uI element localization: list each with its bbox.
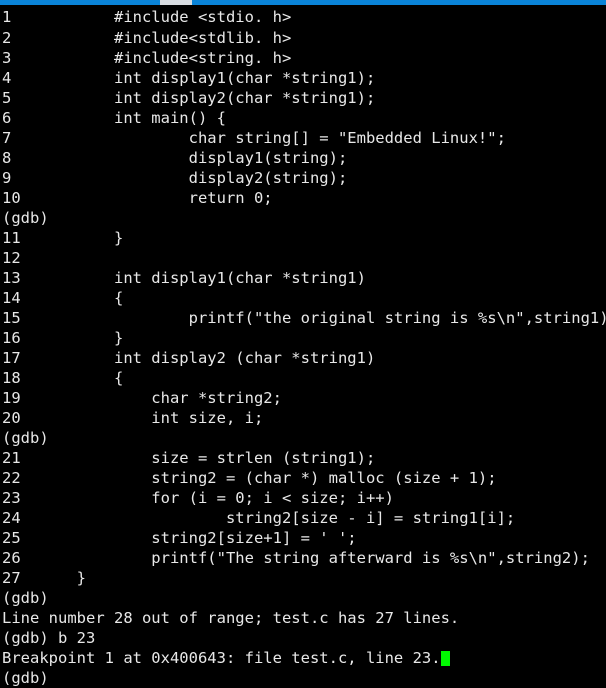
terminal-line: (gdb) bbox=[2, 429, 49, 447]
terminal-line: 7 char string[] = "Embedded Linux!"; bbox=[2, 129, 506, 147]
terminal-line: 10 return 0; bbox=[2, 189, 273, 207]
terminal-line: 5 int display2(char *string1); bbox=[2, 89, 376, 107]
terminal-line: 25 string2[size+1] = ' '; bbox=[2, 529, 357, 547]
terminal-line: 2 #include<stdlib. h> bbox=[2, 29, 292, 47]
terminal-line: Line number 28 out of range; test.c has … bbox=[2, 609, 460, 627]
terminal-line: 14 { bbox=[2, 289, 124, 307]
terminal-line: 6 int main() { bbox=[2, 109, 226, 127]
terminal-line: 21 size = strlen (string1); bbox=[2, 449, 376, 467]
terminal-line: 13 int display1(char *string1) bbox=[2, 269, 366, 287]
terminal-line: (gdb) bbox=[2, 589, 49, 607]
terminal-line: 24 string2[size - i] = string1[i]; bbox=[2, 509, 516, 527]
terminal-line: 19 char *string2; bbox=[2, 389, 282, 407]
terminal-line: 3 #include<string. h> bbox=[2, 49, 292, 67]
terminal-line: (gdb) b 23 bbox=[2, 629, 96, 647]
terminal-line: 23 for (i = 0; i < size; i++) bbox=[2, 489, 394, 507]
terminal-line: (gdb) bbox=[2, 669, 58, 687]
terminal-line: 4 int display1(char *string1); bbox=[2, 69, 376, 87]
terminal-line: 27 } bbox=[2, 569, 86, 587]
terminal-output-area[interactable]: 1 #include <stdio. h> 2 #include<stdlib. … bbox=[0, 5, 606, 687]
gdb-terminal-window: 1 #include <stdio. h> 2 #include<stdlib. … bbox=[0, 0, 606, 687]
terminal-line: 26 printf("The string afterward is %s\n"… bbox=[2, 549, 590, 567]
terminal-line: 16 } bbox=[2, 329, 124, 347]
terminal-line: 18 { bbox=[2, 369, 124, 387]
terminal-line: 17 int display2 (char *string1) bbox=[2, 349, 376, 367]
text-cursor bbox=[440, 651, 450, 666]
terminal-line: 8 display1(string); bbox=[2, 149, 348, 167]
terminal-line: 20 int size, i; bbox=[2, 409, 264, 427]
terminal-line: 15 printf("the original string is %s\n",… bbox=[2, 309, 606, 327]
terminal-line: 1 #include <stdio. h> bbox=[2, 8, 292, 26]
terminal-line: 9 display2(string); bbox=[2, 169, 348, 187]
terminal-line: (gdb) bbox=[2, 209, 49, 227]
terminal-line: 12 bbox=[2, 249, 21, 267]
terminal-line: Breakpoint 1 at 0x400643: file test.c, l… bbox=[0, 648, 606, 668]
terminal-line: 11 } bbox=[2, 229, 124, 247]
terminal-line: 22 string2 = (char *) malloc (size + 1); bbox=[2, 469, 497, 487]
